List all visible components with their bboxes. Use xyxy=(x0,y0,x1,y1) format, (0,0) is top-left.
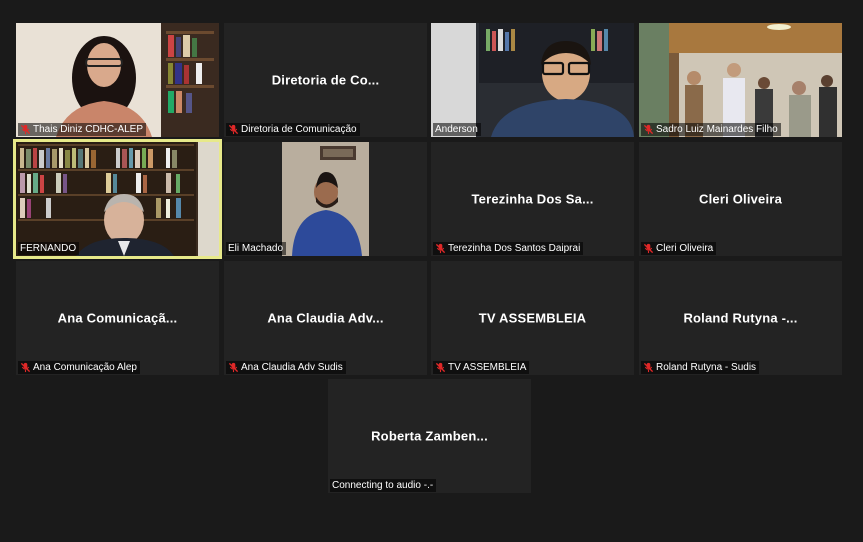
participant-tile-anderson[interactable]: Anderson xyxy=(431,23,634,137)
participant-tile-roland[interactable]: Roland Rutyna -... Roland Rutyna - Sudis xyxy=(639,261,842,375)
participant-display-name: Ana Comunicaçã... xyxy=(57,310,178,326)
participant-name-label: Cleri Oliveira xyxy=(641,242,717,255)
participant-tile-terezinha[interactable]: Terezinha Dos Sa... Terezinha Dos Santos… xyxy=(431,142,634,256)
participant-display-name: Roland Rutyna -... xyxy=(683,310,798,326)
participant-display-name: Roberta Zamben... xyxy=(371,428,488,444)
participant-tile-sadro[interactable]: Sadro Luiz Mainardes Filho xyxy=(639,23,842,137)
microphone-muted-icon xyxy=(643,243,654,254)
participant-name-label: TV ASSEMBLEIA xyxy=(433,361,530,374)
participant-name-label: Sadro Luiz Mainardes Filho xyxy=(641,123,781,136)
participant-tile-cleri[interactable]: Cleri Oliveira Cleri Oliveira xyxy=(639,142,842,256)
participant-name-label: Thais Diniz CDHC-ALEP xyxy=(18,123,147,136)
microphone-muted-icon xyxy=(643,362,654,373)
participant-name-label: Anderson xyxy=(433,123,481,136)
participant-display-name: TV ASSEMBLEIA xyxy=(478,310,587,326)
participant-video xyxy=(16,23,219,137)
participant-tile-ana-claudia[interactable]: Ana Claudia Adv... Ana Claudia Adv Sudis xyxy=(224,261,427,375)
microphone-muted-icon xyxy=(228,362,239,373)
participant-name-label: Roland Rutyna - Sudis xyxy=(641,361,760,374)
participant-tile-fernando-active-speaker[interactable]: FERNANDO xyxy=(13,139,222,259)
microphone-muted-icon xyxy=(435,362,446,373)
participant-tile-tv-assembleia[interactable]: TV ASSEMBLEIA TV ASSEMBLEIA xyxy=(431,261,634,375)
participant-tile-roberta[interactable]: Roberta Zamben... Connecting to audio -.… xyxy=(328,379,531,493)
participant-video xyxy=(431,23,634,137)
microphone-muted-icon xyxy=(20,124,31,135)
participant-tile-ana-comunicacao[interactable]: Ana Comunicaçã... Ana Comunicação Alep xyxy=(16,261,219,375)
participant-video xyxy=(16,142,219,256)
microphone-muted-icon xyxy=(20,362,31,373)
connecting-audio-label: Connecting to audio -.- xyxy=(330,479,437,492)
microphone-muted-icon xyxy=(228,124,239,135)
participant-name-label: FERNANDO xyxy=(18,242,80,255)
participant-name-label: Diretoria de Comunicação xyxy=(226,123,360,136)
participant-display-name: Ana Claudia Adv... xyxy=(267,310,384,326)
participant-tile-eli[interactable]: Eli Machado xyxy=(224,142,427,256)
participant-name-label: Eli Machado xyxy=(226,242,287,255)
participant-tile-diretoria[interactable]: Diretoria de Co... Diretoria de Comunica… xyxy=(224,23,427,137)
participant-display-name: Diretoria de Co... xyxy=(271,72,380,88)
participant-name-label: Terezinha Dos Santos Daiprai xyxy=(433,242,584,255)
zoom-gallery-view: { "participants": [ {"display_name": "",… xyxy=(0,0,863,542)
participant-display-name: Terezinha Dos Sa... xyxy=(471,191,594,207)
participant-video xyxy=(639,23,842,137)
participant-display-name: Cleri Oliveira xyxy=(698,191,782,207)
participant-name-label: Ana Claudia Adv Sudis xyxy=(226,361,346,374)
participant-video xyxy=(224,142,427,256)
participant-name-label: Ana Comunicação Alep xyxy=(18,361,140,374)
microphone-muted-icon xyxy=(435,243,446,254)
microphone-muted-icon xyxy=(643,124,654,135)
participant-tile-thais[interactable]: Thais Diniz CDHC-ALEP xyxy=(16,23,219,137)
